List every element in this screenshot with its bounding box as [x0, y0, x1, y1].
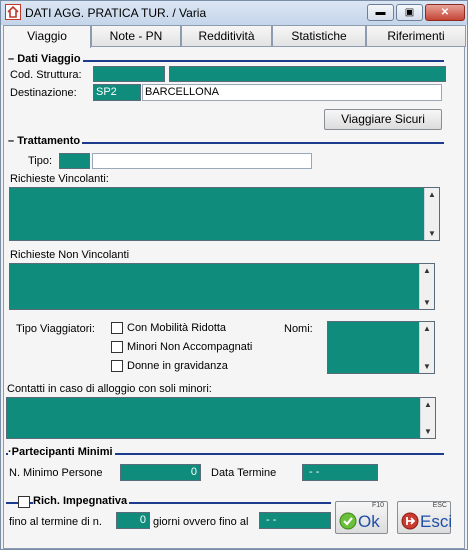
minimize-button[interactable]: ▬ — [367, 4, 394, 21]
close-icon: ✕ — [440, 7, 450, 18]
giorni-ovvero-label: giorni ovvero fino al — [153, 516, 249, 528]
contatti-label: Contatti in caso di alloggio con soli mi… — [7, 383, 212, 395]
esci-label: Esci — [420, 512, 453, 531]
nomi-list[interactable]: ▲ ▼ — [327, 321, 435, 374]
checkbox-minori-non-accompagnati[interactable] — [111, 341, 123, 353]
vertical-scrollbar[interactable]: ▲ ▼ — [424, 188, 439, 240]
fino-al-data-field[interactable]: - - — [259, 512, 331, 529]
tipo-description-field[interactable] — [92, 153, 312, 169]
check-icon — [339, 512, 357, 530]
scroll-down-icon[interactable]: ▼ — [428, 229, 436, 238]
nomi-label: Nomi: — [284, 323, 313, 335]
scroll-down-icon[interactable]: ▼ — [424, 427, 432, 436]
app-house-icon — [5, 4, 21, 20]
scroll-up-icon[interactable]: ▲ — [424, 400, 432, 409]
richieste-vincolanti-textarea[interactable]: ▲ ▼ — [9, 187, 440, 241]
vertical-scrollbar[interactable]: ▲ ▼ — [419, 264, 434, 309]
n-minimo-persone-field[interactable]: 0 — [120, 464, 201, 481]
n-minimo-persone-value: 0 — [190, 466, 197, 478]
tipo-label: Tipo: — [28, 155, 53, 167]
destinazione-code-field[interactable]: SP2 — [93, 84, 141, 101]
scroll-up-icon[interactable]: ▲ — [428, 190, 436, 199]
maximize-button[interactable]: ▣ — [396, 4, 423, 21]
tab-viaggio[interactable]: Viaggio — [3, 25, 91, 48]
scroll-up-icon[interactable]: ▲ — [423, 324, 431, 333]
section-title-trattamento: – Trattamento — [8, 135, 83, 147]
tab-redditivita[interactable]: Redditività — [181, 25, 272, 47]
ok-label: Ok — [358, 512, 380, 531]
close-button[interactable]: ✕ — [425, 4, 465, 21]
fino-al-termine-label: fino al termine di n. — [9, 516, 102, 528]
data-termine-value: - - — [309, 466, 320, 478]
richieste-non-vincolanti-textarea[interactable]: ▲ ▼ — [9, 263, 435, 310]
checkbox-donne-gravidanza[interactable] — [111, 360, 123, 372]
esci-button[interactable]: ESC Esci — [397, 501, 453, 534]
cod-struttura-code-field[interactable] — [93, 66, 165, 82]
section-title-rich-impegnativa: Rich. Impegnativa — [33, 495, 130, 507]
scroll-down-icon[interactable]: ▼ — [423, 362, 431, 371]
checkbox-label: Con Mobilità Ridotta — [127, 322, 227, 334]
rich-impegnativa-checkbox[interactable] — [18, 496, 30, 508]
maximize-icon: ▣ — [404, 7, 415, 18]
dialog-window: DATI AGG. PRATICA TUR. / Varia ▬ ▣ ✕ Via… — [0, 0, 468, 550]
tipo-viaggiatori-label: Tipo Viaggiatori: — [16, 323, 95, 335]
ok-shortcut-key: F10 — [371, 502, 384, 509]
esc-shortcut-key: ESC — [432, 502, 447, 509]
window-title: DATI AGG. PRATICA TUR. / Varia — [25, 6, 207, 20]
data-termine-label: Data Termine — [211, 467, 277, 479]
tab-panel-viaggio: – Dati Viaggio Cod. Struttura: Destinazi… — [3, 46, 465, 549]
scroll-up-icon[interactable]: ▲ — [423, 266, 431, 275]
vertical-scrollbar[interactable]: ▲ ▼ — [419, 322, 434, 373]
title-bar[interactable]: DATI AGG. PRATICA TUR. / Varia ▬ ▣ ✕ — [1, 1, 467, 25]
tab-strip: Viaggio Note - PN Redditività Statistich… — [3, 25, 467, 48]
vertical-scrollbar[interactable]: ▲ ▼ — [420, 398, 435, 438]
fino-al-data-value: - - — [266, 514, 277, 526]
checkbox-label: Donne in gravidanza — [127, 360, 228, 372]
ok-button[interactable]: F10 Ok — [335, 501, 388, 534]
section-title-dati-viaggio: – Dati Viaggio — [8, 53, 83, 65]
giorni-field[interactable]: 0 — [116, 512, 150, 529]
destinazione-name-field[interactable]: BARCELLONA — [142, 84, 442, 101]
n-minimo-persone-label: N. Minimo Persone — [9, 467, 103, 479]
destinazione-label: Destinazione: — [10, 87, 77, 99]
richieste-vincolanti-label: Richieste Vincolanti: — [10, 173, 109, 185]
section-title-partecipanti: ·Partecipanti Minimi — [8, 446, 115, 458]
cod-struttura-name-field[interactable] — [169, 66, 446, 82]
viaggiare-sicuri-button[interactable]: Viaggiare Sicuri — [324, 109, 442, 130]
scroll-down-icon[interactable]: ▼ — [423, 298, 431, 307]
minimize-icon: ▬ — [375, 7, 386, 18]
tab-statistiche[interactable]: Statistiche — [272, 25, 366, 47]
destinazione-name-value: BARCELLONA — [145, 86, 219, 98]
tipo-code-field[interactable] — [59, 153, 90, 169]
data-termine-field[interactable]: - - — [302, 464, 378, 481]
giorni-value: 0 — [139, 514, 146, 526]
checkbox-mobilita-ridotta[interactable] — [111, 322, 123, 334]
tab-riferimenti[interactable]: Riferimenti — [366, 25, 466, 47]
exit-icon — [401, 512, 419, 530]
cod-struttura-label: Cod. Struttura: — [10, 69, 82, 81]
checkbox-label: Minori Non Accompagnati — [127, 341, 253, 353]
tab-note-pn[interactable]: Note - PN — [91, 25, 181, 47]
richieste-non-vincolanti-label: Richieste Non Vincolanti — [10, 249, 130, 261]
contatti-textarea[interactable]: ▲ ▼ — [6, 397, 436, 439]
destinazione-code-value: SP2 — [96, 86, 117, 98]
